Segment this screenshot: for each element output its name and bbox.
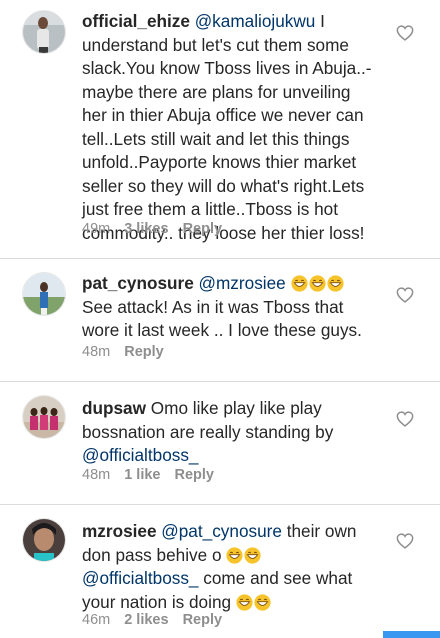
mention[interactable]: @kamaliojukwu [195,11,316,31]
accent-bar [383,631,440,638]
avatar[interactable] [22,272,66,316]
avatar[interactable] [22,518,66,562]
username[interactable]: mzrosiee [82,521,157,541]
grinning-face-emoji [236,593,253,611]
likes-count[interactable]: 2 likes [124,612,168,628]
comment-meta: 46m 2 likes Reply [82,612,222,628]
comment-body: See attack! As in it was Tboss that wore… [82,296,362,341]
grinning-face-emoji [254,593,271,611]
username[interactable]: dupsaw [82,398,146,418]
heart-icon[interactable] [396,25,414,41]
grinning-face-emoji [308,275,326,292]
timestamp: 46m [82,612,111,628]
likes-count[interactable]: 1 like [124,467,160,483]
heart-icon[interactable] [396,287,414,303]
username[interactable]: official_ehize [82,11,190,31]
grinning-face-emoji [226,546,243,564]
username[interactable]: pat_cynosure [82,273,194,293]
mention[interactable]: @officialtboss_ [82,445,199,465]
avatar[interactable] [22,10,66,54]
comment-meta: 48m 1 like Reply [82,467,214,483]
divider [0,504,440,505]
mention[interactable]: @pat_cynosure [161,521,282,541]
grinning-face-emoji [290,275,308,292]
reply-button[interactable]: Reply [183,612,223,628]
avatar[interactable] [22,395,66,439]
comment-text: pat_cynosure @mzrosiee See attack! As in… [82,272,372,343]
comment-body: I understand but let's cut them some sla… [82,11,372,243]
divider [0,258,440,259]
reply-button[interactable]: Reply [183,221,223,237]
timestamp: 48m [82,467,111,483]
grinning-face-emoji [326,275,344,292]
timestamp: 49m [82,221,111,237]
mention[interactable]: @officialtboss_ [82,568,199,588]
grinning-face-emoji [244,546,261,564]
mention[interactable]: @mzrosiee [199,273,286,293]
likes-count[interactable]: 3 likes [124,221,168,237]
divider [0,381,440,382]
timestamp: 48m [82,344,111,360]
reply-button[interactable]: Reply [175,467,215,483]
comment-text: official_ehize @kamaliojukwu I understan… [82,10,372,245]
comment-meta: 48m Reply [82,344,164,360]
heart-icon[interactable] [396,411,414,427]
heart-icon[interactable] [396,533,414,549]
comment-text: mzrosiee @pat_cynosure their own don pas… [82,520,372,614]
reply-button[interactable]: Reply [124,344,164,360]
comment-meta: 49m 3 likes Reply [82,221,222,237]
comment-text: dupsaw Omo like play like play bossnatio… [82,397,372,468]
